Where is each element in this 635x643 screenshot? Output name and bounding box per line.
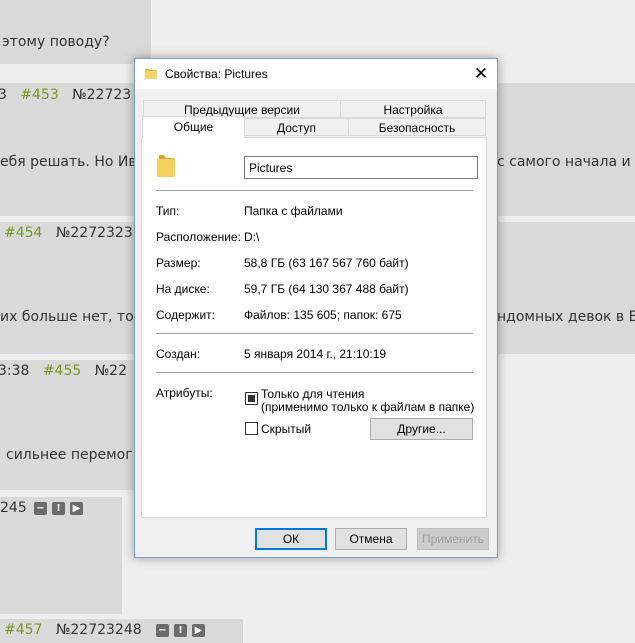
hidden-checkbox[interactable] (245, 422, 258, 435)
play-post-button[interactable]: ▶ (192, 624, 205, 637)
post-text: ндомных девок в В (497, 309, 635, 325)
post-id[interactable]: №22723 (72, 87, 131, 103)
post-number-link[interactable]: #457 (4, 622, 42, 638)
play-post-button[interactable]: ▶ (70, 502, 83, 515)
post-text: ебя решать. Но Ив (0, 154, 137, 170)
size-value: 58,8 ГБ (63 167 567 760 байт) (244, 256, 409, 270)
readonly-label[interactable]: Только для чтения (261, 387, 364, 401)
advanced-attributes-button[interactable]: Другие... (370, 418, 473, 440)
post-1 (0, 0, 151, 64)
size-on-disk-value: 59,7 ГБ (64 130 367 488 байт) (244, 282, 409, 296)
divider (156, 333, 473, 334)
hide-post-button[interactable]: − (156, 624, 169, 637)
cancel-button[interactable]: Отмена (335, 528, 407, 550)
title-bar[interactable]: Свойства: Pictures ✕ (135, 59, 497, 89)
dialog-title: Свойства: Pictures (165, 67, 268, 81)
location-value: D:\ (244, 230, 260, 244)
post-time: 3 (0, 87, 7, 103)
hide-post-button[interactable]: − (34, 502, 47, 515)
post-actions: − ! ▶ (34, 502, 83, 515)
post-number-link[interactable]: #453 (20, 87, 58, 103)
hidden-label[interactable]: Скрытый (261, 422, 311, 436)
close-button[interactable]: ✕ (465, 59, 497, 89)
report-post-button[interactable]: ! (174, 624, 187, 637)
tab-sharing[interactable]: Доступ (244, 118, 349, 136)
post-actions: − ! ▶ (156, 624, 205, 637)
post-id[interactable]: №2272323 (56, 225, 133, 241)
folder-name-input[interactable] (244, 156, 478, 179)
ok-button[interactable]: ОК (255, 528, 327, 550)
post-4 (0, 360, 151, 490)
divider (156, 372, 473, 373)
post-id[interactable]: №22 (95, 363, 127, 379)
type-value: Папка с файлами (244, 204, 343, 218)
created-value: 5 января 2014 г., 21:10:19 (244, 347, 387, 361)
post-number-link[interactable]: #455 (43, 363, 81, 379)
size-on-disk-label: На диске: (156, 282, 210, 296)
created-label: Создан: (156, 347, 201, 361)
post-text: с самого начала и (497, 154, 631, 170)
post-header: 3:38 #455 №22 (0, 363, 127, 379)
general-tab-panel (141, 137, 487, 518)
folder-icon (157, 155, 175, 177)
post-header: 3 #453 №22723 (0, 87, 131, 103)
post-header: #457 №22723248 (4, 622, 142, 638)
contains-label: Содержит: (156, 308, 215, 322)
post-header: 245 (0, 500, 27, 516)
post-id[interactable]: №22723248 (56, 622, 142, 638)
post-text: сильнее перемог (6, 447, 133, 463)
contains-value: Файлов: 135 605; папок: 675 (244, 308, 402, 322)
post-time: 3:38 (0, 363, 30, 379)
post-number-link[interactable]: #454 (4, 225, 42, 241)
report-post-button[interactable]: ! (52, 502, 65, 515)
tab-security[interactable]: Безопасность (348, 118, 486, 136)
properties-dialog: Свойства: Pictures ✕ Предыдущие версии Н… (134, 58, 498, 558)
post-header: #454 №2272323 (4, 225, 133, 241)
readonly-checkbox[interactable] (245, 392, 258, 405)
post-text: их больше нет, то (0, 309, 134, 325)
location-label: Расположение: (156, 230, 241, 244)
tab-general[interactable]: Общие (142, 116, 245, 138)
folder-icon (145, 69, 157, 79)
apply-button[interactable]: Применить (417, 528, 489, 550)
attributes-label: Атрибуты: (156, 386, 213, 400)
type-label: Тип: (156, 204, 180, 218)
post-text: этому поводу? (2, 34, 110, 50)
tab-customize[interactable]: Настройка (340, 100, 486, 118)
divider (156, 190, 473, 191)
size-label: Размер: (156, 256, 201, 270)
close-icon: ✕ (473, 64, 489, 83)
post-id[interactable]: 245 (0, 500, 27, 516)
readonly-note: (применимо только к файлам в папке) (261, 400, 475, 414)
